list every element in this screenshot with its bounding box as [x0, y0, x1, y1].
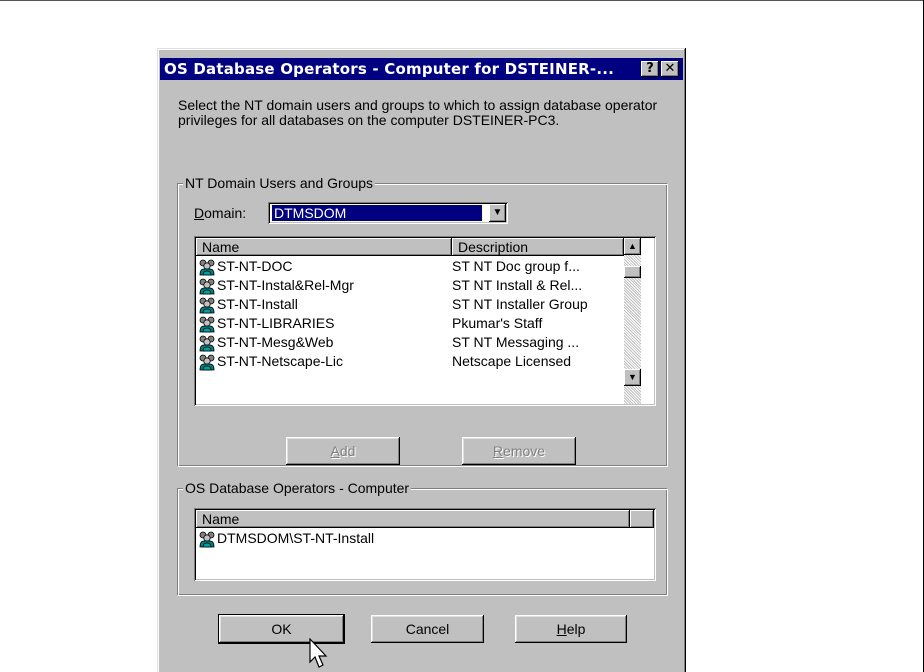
mouse-pointer-icon — [309, 638, 328, 668]
chevron-down-icon[interactable]: ▼ — [489, 204, 506, 222]
user-group-icon — [199, 335, 215, 352]
os-operators-group-label: OS Database Operators - Computer — [183, 480, 412, 496]
scroll-down-icon[interactable]: ▼ — [624, 369, 641, 386]
user-group-icon — [199, 531, 215, 548]
list-item[interactable]: ST-NT-DOC — [198, 257, 292, 276]
list-item-description: ST NT Installer Group — [452, 296, 588, 312]
close-button[interactable]: ✕ — [661, 61, 679, 77]
operator-name: DTMSDOM\ST-NT-Install — [217, 530, 375, 546]
list-item-description: ST NT Doc group f... — [452, 258, 580, 274]
list-item[interactable]: ST-NT-Install — [198, 295, 298, 314]
list-item-description: Netscape Licensed — [452, 353, 572, 369]
remove-button[interactable]: Remove — [462, 437, 576, 465]
domain-selected-value: DTMSDOM — [271, 204, 483, 222]
page-top-rule — [0, 0, 924, 1]
list-item[interactable]: ST-NT-LIBRARIES — [198, 314, 334, 333]
column-header-name[interactable]: Name — [196, 238, 452, 256]
list-item-name: ST-NT-DOC — [217, 258, 293, 274]
domain-label: Domain: — [194, 205, 247, 221]
help-button[interactable]: Help — [515, 615, 627, 643]
operator-list-item[interactable]: DTMSDOM\ST-NT-Install — [198, 529, 374, 548]
column-header-description[interactable]: Description — [452, 238, 624, 256]
user-group-icon — [199, 316, 215, 333]
list-item[interactable]: ST-NT-Netscape-Lic — [198, 352, 343, 371]
scroll-up-icon[interactable]: ▲ — [624, 238, 641, 255]
list-item-name: ST-NT-Netscape-Lic — [217, 353, 344, 369]
cancel-button[interactable]: Cancel — [371, 615, 484, 643]
operators-column-header-blank — [630, 510, 654, 528]
user-group-icon — [199, 297, 215, 314]
user-group-icon — [199, 259, 215, 276]
user-group-icon — [199, 354, 215, 371]
nt-domain-users-group-label: NT Domain Users and Groups — [183, 175, 376, 191]
domain-list-scrollbar[interactable]: ▲ ▼ — [624, 238, 641, 404]
list-item-name: ST-NT-LIBRARIES — [217, 315, 335, 331]
list-item-description: ST NT Install & Rel... — [452, 277, 583, 293]
list-item-description: ST NT Messaging ... — [452, 334, 580, 350]
domain-users-listview[interactable]: Name Description ST-NT-DOC ST NT Doc grou… — [194, 236, 656, 406]
instructions-text: Select the NT domain users and groups to… — [178, 97, 658, 128]
os-database-operators-dialog: OS Database Operators - Computer for DST… — [157, 48, 686, 672]
list-item-name: ST-NT-Mesg&Web — [217, 334, 334, 350]
list-item-name: ST-NT-Instal&Rel-Mgr — [217, 277, 354, 293]
list-item[interactable]: ST-NT-Mesg&Web — [198, 333, 333, 352]
list-item-name: ST-NT-Install — [217, 296, 298, 312]
domain-combobox[interactable]: DTMSDOM ▼ — [268, 202, 508, 224]
user-group-icon — [199, 278, 215, 295]
title-bar[interactable]: OS Database Operators - Computer for DST… — [160, 58, 683, 80]
scroll-thumb[interactable] — [624, 266, 641, 278]
dialog-title: OS Database Operators - Computer for DST… — [164, 60, 615, 78]
operators-listview[interactable]: Name DTMSDOM\ST-NT-Install — [194, 508, 656, 581]
help-title-button[interactable]: ? — [641, 61, 659, 77]
add-button[interactable]: Add — [286, 437, 400, 465]
list-item-description: Pkumar's Staff — [452, 315, 543, 331]
list-item[interactable]: ST-NT-Instal&Rel-Mgr — [198, 276, 354, 295]
operators-column-header-name[interactable]: Name — [196, 510, 630, 528]
